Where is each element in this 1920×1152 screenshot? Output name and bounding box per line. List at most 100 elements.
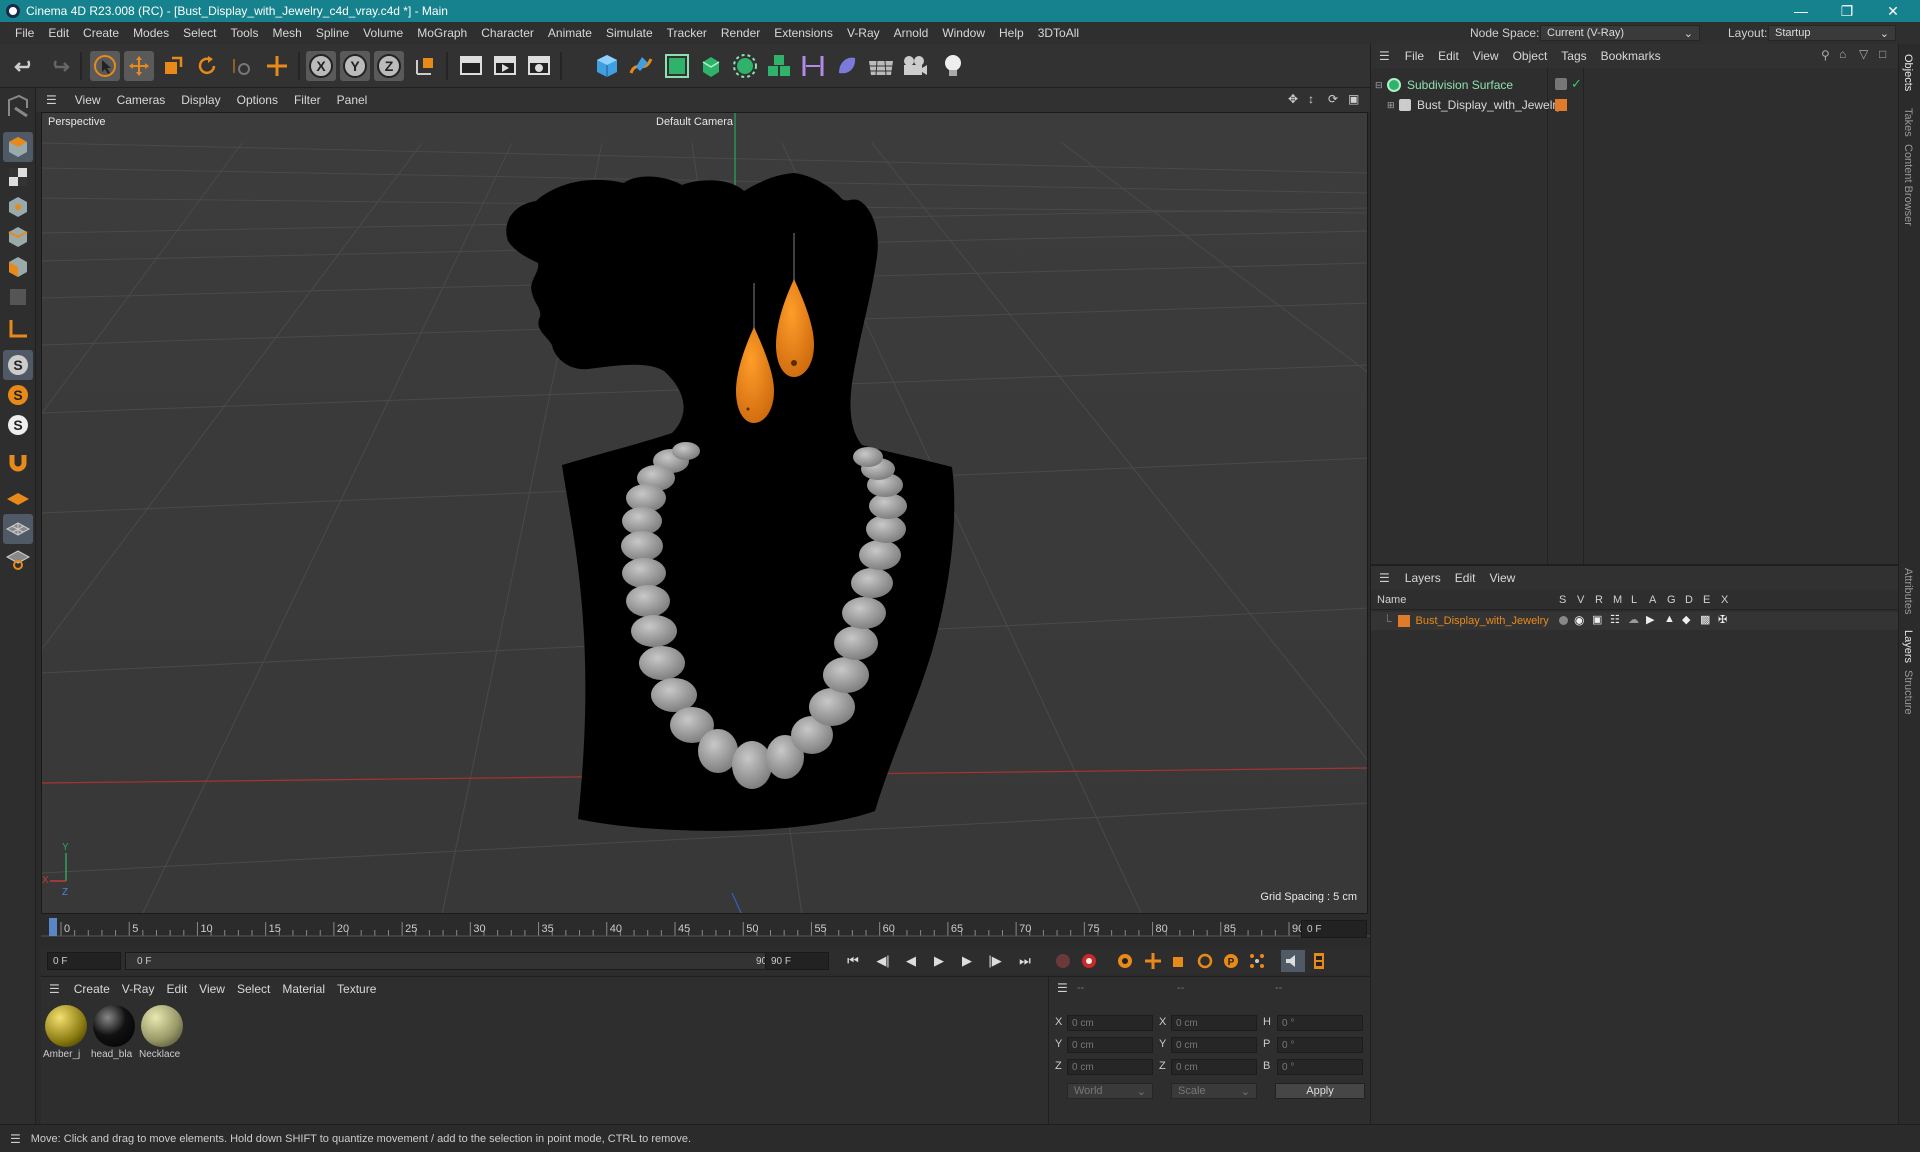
tab-attributes[interactable]: Attributes [1902,568,1914,614]
layer-color-swatch[interactable] [1555,99,1567,111]
menu-simulate[interactable]: Simulate [599,26,660,40]
pen-spline-button[interactable] [626,51,656,81]
field-button[interactable] [832,51,862,81]
material-necklace[interactable]: Necklace [139,1003,185,1065]
menu-edit[interactable]: Edit [41,26,76,40]
enabled-check-icon[interactable]: ✓ [1571,76,1582,92]
rotation-b-field[interactable]: 0 ° [1277,1059,1363,1075]
move-tool-button[interactable] [124,51,154,81]
col-animation[interactable]: A [1649,594,1656,606]
editor-visibility-toggle[interactable] [1555,78,1567,90]
current-frame-field[interactable]: 0 F [1301,920,1367,938]
tab-takes[interactable]: Takes [1902,108,1914,137]
polygons-mode-button[interactable] [3,252,33,282]
rotation-h-field[interactable]: 0 ° [1277,1015,1363,1031]
animation-play-icon[interactable]: ▶ [1646,613,1654,626]
mograph-button[interactable] [764,51,794,81]
undo-button[interactable] [10,51,40,81]
material-menu-vray[interactable]: V-Ray [116,982,161,996]
preview-range-slider[interactable]: 0 F 90 F [125,952,785,970]
menu-mesh[interactable]: Mesh [265,26,308,40]
menu-tools[interactable]: Tools [223,26,265,40]
expression-icon[interactable]: ▩ [1700,613,1710,626]
hamburger-icon[interactable]: ☰ [36,93,67,107]
col-expressions[interactable]: E [1703,594,1710,606]
keyframe-selection-button[interactable] [1113,950,1137,972]
material-menu-create[interactable]: Create [68,982,116,996]
menu-render[interactable]: Render [714,26,767,40]
rotate-tool-button[interactable] [192,51,222,81]
menu-extensions[interactable]: Extensions [767,26,840,40]
material-menu-select[interactable]: Select [231,982,276,996]
menu-tracker[interactable]: Tracker [660,26,714,40]
menu-animate[interactable]: Animate [541,26,599,40]
deformer-button[interactable] [798,51,828,81]
autokey-button[interactable] [1077,950,1101,972]
viewport-menu-display[interactable]: Display [173,93,228,107]
position-z-field[interactable]: 0 cm [1067,1059,1153,1075]
eye-icon[interactable]: ◉ [1574,613,1584,627]
object-menu-object[interactable]: Object [1506,49,1555,63]
layer-menu-layers[interactable]: Layers [1398,571,1448,585]
object-menu-edit[interactable]: Edit [1431,49,1466,63]
col-render[interactable]: R [1595,594,1603,606]
workplane-button[interactable] [3,314,33,344]
hamburger-icon[interactable]: ☰ [1371,571,1398,585]
menu-file[interactable]: File [8,26,41,40]
menu-window[interactable]: Window [935,26,992,40]
hamburger-icon[interactable]: ☰ [0,1132,31,1146]
menu-select[interactable]: Select [176,26,223,40]
coordinate-space-dropdown[interactable]: World ⌄ [1067,1083,1153,1099]
layer-menu-view[interactable]: View [1482,571,1522,585]
tree-toggle-icon[interactable]: ⊞ [1387,100,1399,111]
prev-key-button[interactable]: ◀| [871,950,895,972]
playhead-marker[interactable] [49,918,57,936]
menu-character[interactable]: Character [474,26,541,40]
tab-structure[interactable]: Structure [1902,670,1914,715]
object-row-subdivision[interactable]: ⊟ Subdivision Surface ✓ [1375,76,1895,94]
x-axis-lock-button[interactable]: X [306,51,336,81]
menu-modes[interactable]: Modes [126,26,176,40]
3d-viewport[interactable]: Y X Z Perspective Default Camera Grid Sp… [41,112,1368,914]
material-menu-view[interactable]: View [193,982,231,996]
size-y-field[interactable]: 0 cm [1171,1037,1257,1053]
quantize-button[interactable]: S [3,410,33,440]
viewport-menu-panel[interactable]: Panel [329,93,376,107]
generator-icon[interactable]: ▲ [1664,613,1675,625]
object-menu-bookmarks[interactable]: Bookmarks [1594,49,1668,63]
render-view-button[interactable] [456,51,486,81]
layer-row[interactable]: └ Bust_Display_with_Jewelry ◉ ▣ ☷ ☁ ▶ ▲ … [1371,612,1899,630]
apply-button[interactable]: Apply [1275,1083,1365,1099]
node-space-dropdown[interactable]: Current (V-Ray) ⌄ [1540,25,1700,41]
viewport-maximize-icon[interactable]: ▣ [1348,92,1359,106]
material-head-black[interactable]: head_bla [91,1003,137,1065]
points-mode-button[interactable] [3,192,33,222]
viewport-move-icon[interactable]: ✥ [1288,92,1298,106]
y-axis-lock-button[interactable]: Y [340,51,370,81]
size-z-field[interactable]: 0 cm [1171,1059,1257,1075]
menu-create[interactable]: Create [76,26,126,40]
key-pla-button[interactable] [1245,950,1269,972]
light-button[interactable] [938,51,968,81]
close-icon[interactable]: ✕ [1870,0,1916,22]
hamburger-icon[interactable]: ☰ [1371,49,1398,63]
render-settings-button[interactable] [524,51,554,81]
object-row-bust[interactable]: ⊞ Bust_Display_with_Jewelry [1387,96,1895,114]
menu-help[interactable]: Help [992,26,1031,40]
tab-content-browser[interactable]: Content Browser [1902,144,1914,226]
viewport-menu-filter[interactable]: Filter [286,93,329,107]
start-frame-field[interactable]: 0 F [47,952,121,970]
home-icon[interactable]: ⌂ [1839,47,1846,61]
viewport-menu-cameras[interactable]: Cameras [109,93,174,107]
rotation-p-field[interactable]: 0 ° [1277,1037,1363,1053]
layout-dropdown[interactable]: Startup ⌄ [1768,25,1896,41]
tab-layers[interactable]: Layers [1902,630,1914,663]
key-parameter-button[interactable]: P [1219,950,1243,972]
object-menu-view[interactable]: View [1466,49,1506,63]
menu-arnold[interactable]: Arnold [887,26,936,40]
object-menu-file[interactable]: File [1398,49,1431,63]
render-to-picture-viewer-button[interactable] [490,51,520,81]
snap-settings-button[interactable]: S [3,380,33,410]
subdivision-surface-button[interactable] [662,51,692,81]
workplane-grid-button[interactable] [3,484,33,514]
